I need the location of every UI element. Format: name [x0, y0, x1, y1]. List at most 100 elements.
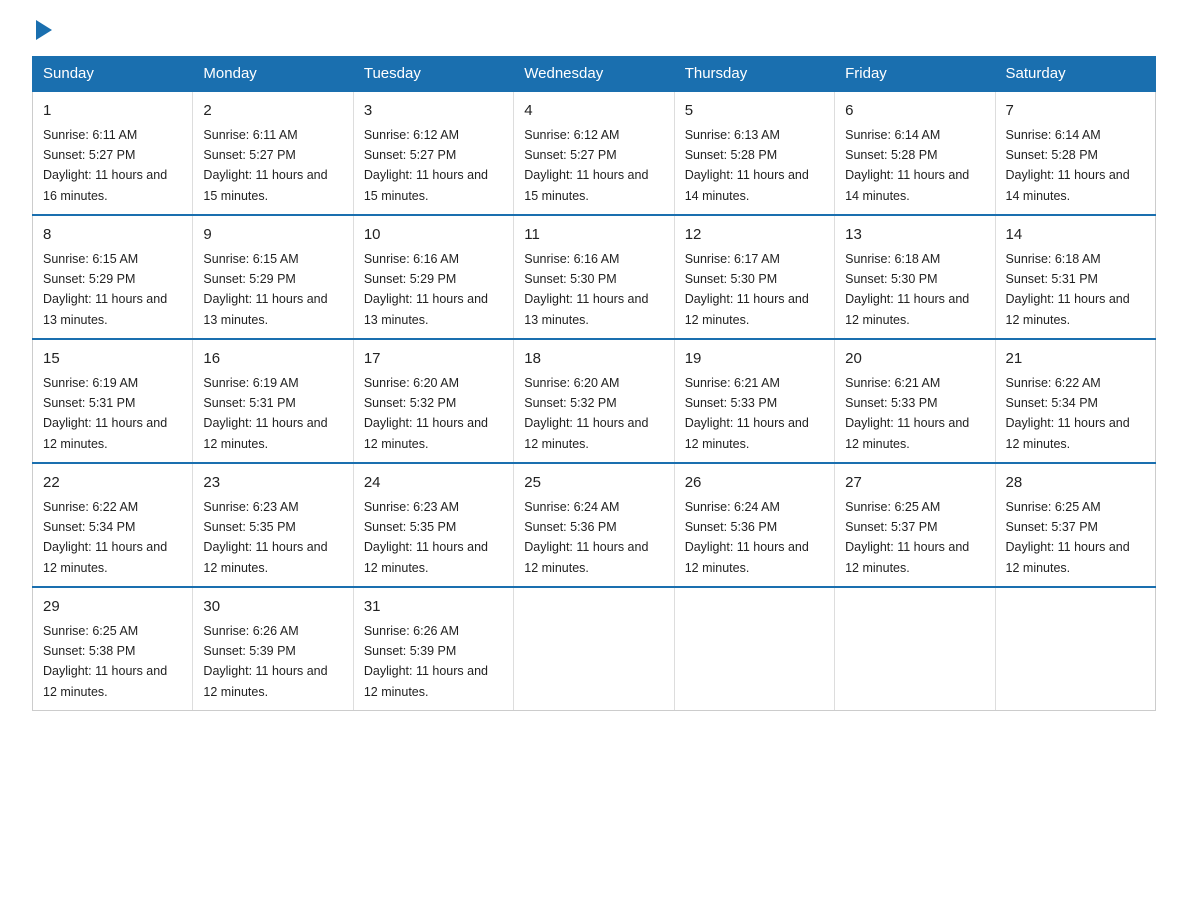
- day-number: 5: [685, 100, 824, 123]
- day-info: Sunrise: 6:16 AMSunset: 5:29 PMDaylight:…: [364, 252, 488, 327]
- calendar-header-row: SundayMondayTuesdayWednesdayThursdayFrid…: [33, 57, 1156, 92]
- calendar-cell: [835, 587, 995, 711]
- day-number: 21: [1006, 348, 1145, 371]
- calendar-cell: 2 Sunrise: 6:11 AMSunset: 5:27 PMDayligh…: [193, 91, 353, 215]
- day-info: Sunrise: 6:24 AMSunset: 5:36 PMDaylight:…: [685, 500, 809, 575]
- day-number: 23: [203, 472, 342, 495]
- day-info: Sunrise: 6:26 AMSunset: 5:39 PMDaylight:…: [203, 624, 327, 699]
- calendar-table: SundayMondayTuesdayWednesdayThursdayFrid…: [32, 56, 1156, 711]
- day-number: 2: [203, 100, 342, 123]
- day-info: Sunrise: 6:23 AMSunset: 5:35 PMDaylight:…: [364, 500, 488, 575]
- calendar-cell: 26 Sunrise: 6:24 AMSunset: 5:36 PMDaylig…: [674, 463, 834, 587]
- calendar-cell: 9 Sunrise: 6:15 AMSunset: 5:29 PMDayligh…: [193, 215, 353, 339]
- calendar-header-saturday: Saturday: [995, 57, 1155, 92]
- calendar-cell: 15 Sunrise: 6:19 AMSunset: 5:31 PMDaylig…: [33, 339, 193, 463]
- calendar-cell: 3 Sunrise: 6:12 AMSunset: 5:27 PMDayligh…: [353, 91, 513, 215]
- calendar-cell: [514, 587, 674, 711]
- logo-triangle-icon: [36, 20, 52, 40]
- calendar-cell: 17 Sunrise: 6:20 AMSunset: 5:32 PMDaylig…: [353, 339, 513, 463]
- calendar-cell: 29 Sunrise: 6:25 AMSunset: 5:38 PMDaylig…: [33, 587, 193, 711]
- calendar-cell: 5 Sunrise: 6:13 AMSunset: 5:28 PMDayligh…: [674, 91, 834, 215]
- calendar-cell: 8 Sunrise: 6:15 AMSunset: 5:29 PMDayligh…: [33, 215, 193, 339]
- calendar-cell: 14 Sunrise: 6:18 AMSunset: 5:31 PMDaylig…: [995, 215, 1155, 339]
- day-info: Sunrise: 6:23 AMSunset: 5:35 PMDaylight:…: [203, 500, 327, 575]
- day-number: 19: [685, 348, 824, 371]
- calendar-cell: 4 Sunrise: 6:12 AMSunset: 5:27 PMDayligh…: [514, 91, 674, 215]
- day-info: Sunrise: 6:11 AMSunset: 5:27 PMDaylight:…: [43, 128, 167, 203]
- day-info: Sunrise: 6:19 AMSunset: 5:31 PMDaylight:…: [43, 376, 167, 451]
- calendar-cell: 19 Sunrise: 6:21 AMSunset: 5:33 PMDaylig…: [674, 339, 834, 463]
- calendar-week-row: 29 Sunrise: 6:25 AMSunset: 5:38 PMDaylig…: [33, 587, 1156, 711]
- calendar-cell: 28 Sunrise: 6:25 AMSunset: 5:37 PMDaylig…: [995, 463, 1155, 587]
- calendar-week-row: 22 Sunrise: 6:22 AMSunset: 5:34 PMDaylig…: [33, 463, 1156, 587]
- day-info: Sunrise: 6:22 AMSunset: 5:34 PMDaylight:…: [1006, 376, 1130, 451]
- calendar-cell: 20 Sunrise: 6:21 AMSunset: 5:33 PMDaylig…: [835, 339, 995, 463]
- day-info: Sunrise: 6:15 AMSunset: 5:29 PMDaylight:…: [43, 252, 167, 327]
- calendar-cell: 7 Sunrise: 6:14 AMSunset: 5:28 PMDayligh…: [995, 91, 1155, 215]
- day-info: Sunrise: 6:16 AMSunset: 5:30 PMDaylight:…: [524, 252, 648, 327]
- day-info: Sunrise: 6:12 AMSunset: 5:27 PMDaylight:…: [364, 128, 488, 203]
- calendar-header-sunday: Sunday: [33, 57, 193, 92]
- day-number: 31: [364, 596, 503, 619]
- day-number: 12: [685, 224, 824, 247]
- calendar-week-row: 8 Sunrise: 6:15 AMSunset: 5:29 PMDayligh…: [33, 215, 1156, 339]
- day-info: Sunrise: 6:24 AMSunset: 5:36 PMDaylight:…: [524, 500, 648, 575]
- calendar-cell: 23 Sunrise: 6:23 AMSunset: 5:35 PMDaylig…: [193, 463, 353, 587]
- calendar-cell: 30 Sunrise: 6:26 AMSunset: 5:39 PMDaylig…: [193, 587, 353, 711]
- day-number: 1: [43, 100, 182, 123]
- day-info: Sunrise: 6:11 AMSunset: 5:27 PMDaylight:…: [203, 128, 327, 203]
- day-number: 27: [845, 472, 984, 495]
- day-info: Sunrise: 6:25 AMSunset: 5:37 PMDaylight:…: [845, 500, 969, 575]
- day-info: Sunrise: 6:25 AMSunset: 5:38 PMDaylight:…: [43, 624, 167, 699]
- calendar-cell: 22 Sunrise: 6:22 AMSunset: 5:34 PMDaylig…: [33, 463, 193, 587]
- day-number: 30: [203, 596, 342, 619]
- day-number: 9: [203, 224, 342, 247]
- day-info: Sunrise: 6:25 AMSunset: 5:37 PMDaylight:…: [1006, 500, 1130, 575]
- calendar-header-thursday: Thursday: [674, 57, 834, 92]
- day-info: Sunrise: 6:14 AMSunset: 5:28 PMDaylight:…: [1006, 128, 1130, 203]
- calendar-cell: 24 Sunrise: 6:23 AMSunset: 5:35 PMDaylig…: [353, 463, 513, 587]
- day-info: Sunrise: 6:20 AMSunset: 5:32 PMDaylight:…: [364, 376, 488, 451]
- day-number: 22: [43, 472, 182, 495]
- calendar-cell: 1 Sunrise: 6:11 AMSunset: 5:27 PMDayligh…: [33, 91, 193, 215]
- calendar-header-wednesday: Wednesday: [514, 57, 674, 92]
- day-number: 29: [43, 596, 182, 619]
- day-number: 18: [524, 348, 663, 371]
- day-number: 25: [524, 472, 663, 495]
- day-number: 28: [1006, 472, 1145, 495]
- calendar-cell: 21 Sunrise: 6:22 AMSunset: 5:34 PMDaylig…: [995, 339, 1155, 463]
- calendar-cell: 13 Sunrise: 6:18 AMSunset: 5:30 PMDaylig…: [835, 215, 995, 339]
- day-number: 26: [685, 472, 824, 495]
- day-info: Sunrise: 6:18 AMSunset: 5:31 PMDaylight:…: [1006, 252, 1130, 327]
- day-info: Sunrise: 6:17 AMSunset: 5:30 PMDaylight:…: [685, 252, 809, 327]
- day-number: 7: [1006, 100, 1145, 123]
- calendar-cell: 6 Sunrise: 6:14 AMSunset: 5:28 PMDayligh…: [835, 91, 995, 215]
- calendar-header-tuesday: Tuesday: [353, 57, 513, 92]
- day-number: 15: [43, 348, 182, 371]
- calendar-cell: 10 Sunrise: 6:16 AMSunset: 5:29 PMDaylig…: [353, 215, 513, 339]
- day-number: 24: [364, 472, 503, 495]
- day-number: 6: [845, 100, 984, 123]
- calendar-header-monday: Monday: [193, 57, 353, 92]
- day-number: 3: [364, 100, 503, 123]
- day-info: Sunrise: 6:22 AMSunset: 5:34 PMDaylight:…: [43, 500, 167, 575]
- day-number: 11: [524, 224, 663, 247]
- day-number: 4: [524, 100, 663, 123]
- day-info: Sunrise: 6:21 AMSunset: 5:33 PMDaylight:…: [845, 376, 969, 451]
- page-header: [32, 24, 1156, 40]
- day-info: Sunrise: 6:26 AMSunset: 5:39 PMDaylight:…: [364, 624, 488, 699]
- calendar-week-row: 15 Sunrise: 6:19 AMSunset: 5:31 PMDaylig…: [33, 339, 1156, 463]
- day-info: Sunrise: 6:21 AMSunset: 5:33 PMDaylight:…: [685, 376, 809, 451]
- calendar-cell: 11 Sunrise: 6:16 AMSunset: 5:30 PMDaylig…: [514, 215, 674, 339]
- day-info: Sunrise: 6:20 AMSunset: 5:32 PMDaylight:…: [524, 376, 648, 451]
- day-number: 10: [364, 224, 503, 247]
- day-info: Sunrise: 6:19 AMSunset: 5:31 PMDaylight:…: [203, 376, 327, 451]
- day-number: 8: [43, 224, 182, 247]
- calendar-cell: 27 Sunrise: 6:25 AMSunset: 5:37 PMDaylig…: [835, 463, 995, 587]
- day-number: 16: [203, 348, 342, 371]
- day-number: 20: [845, 348, 984, 371]
- day-info: Sunrise: 6:18 AMSunset: 5:30 PMDaylight:…: [845, 252, 969, 327]
- calendar-week-row: 1 Sunrise: 6:11 AMSunset: 5:27 PMDayligh…: [33, 91, 1156, 215]
- calendar-cell: [674, 587, 834, 711]
- calendar-cell: [995, 587, 1155, 711]
